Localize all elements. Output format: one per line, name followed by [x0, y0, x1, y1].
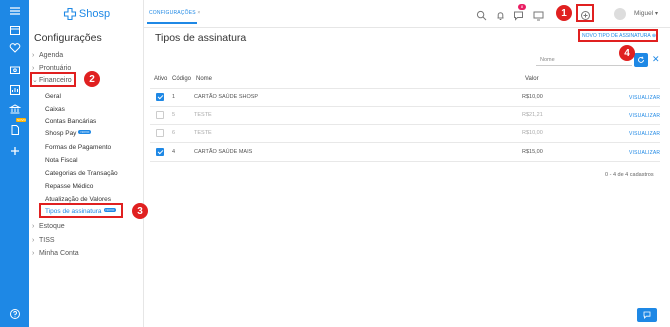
callout-badge: 3	[132, 203, 148, 219]
bell-icon[interactable]	[495, 8, 506, 20]
highlight-box	[578, 29, 658, 42]
row-code: 1	[172, 94, 176, 100]
app-logo[interactable]: Shosp	[29, 6, 144, 22]
sidebar-subitem-caixas[interactable]: Caixas	[45, 105, 65, 115]
avatar[interactable]	[614, 8, 626, 20]
chevron-right-icon: ›	[32, 236, 35, 244]
document-icon[interactable]	[0, 122, 29, 138]
help-icon[interactable]	[0, 306, 29, 322]
callout-badge: 4	[619, 45, 635, 61]
active-checkbox[interactable]	[156, 148, 164, 156]
column-ativo[interactable]: Ativo	[154, 76, 167, 82]
view-link[interactable]: VISUALIZAR	[629, 131, 660, 137]
new-badge: NOVO	[78, 130, 92, 134]
app-rail: NOVO	[0, 0, 29, 327]
chat-icon	[643, 311, 651, 319]
search-icon[interactable]	[476, 8, 487, 21]
chevron-down-icon: ▾	[654, 11, 658, 17]
chevron-right-icon: ›	[32, 64, 35, 72]
calendar-icon[interactable]	[0, 22, 29, 38]
view-link[interactable]: VISUALIZAR	[629, 150, 660, 156]
table-row[interactable]: 6 TESTE R$10,00 VISUALIZAR	[150, 125, 660, 142]
callout-badge: 1	[556, 5, 572, 21]
search-button[interactable]	[634, 53, 648, 67]
chevron-right-icon: ›	[32, 249, 35, 257]
sidebar-item-estoque[interactable]: › Estoque	[32, 221, 65, 231]
sidebar-item-minha-conta[interactable]: › Minha Conta	[32, 248, 79, 258]
sidebar-subitem-shosp-pay[interactable]: Shosp Pay NOVO	[45, 129, 92, 139]
new-badge: NOVO	[16, 118, 26, 122]
view-link[interactable]: VISUALIZAR	[629, 113, 660, 119]
notification-badge: 8	[518, 4, 526, 10]
view-link[interactable]: VISUALIZAR	[629, 95, 660, 101]
active-checkbox[interactable]	[156, 129, 164, 137]
row-name: TESTE	[194, 130, 212, 136]
search-input[interactable]: Nome	[536, 55, 632, 66]
wallet-icon[interactable]	[0, 62, 29, 78]
record-count: 0 - 4 de 4 cadastros	[605, 172, 654, 178]
sidebar-subitem-repasse-medico[interactable]: Repasse Médico	[45, 182, 93, 192]
logo-text: Shosp	[78, 8, 111, 20]
chevron-right-icon: ›	[32, 51, 35, 59]
table-row[interactable]: 5 TESTE R$21,21 VISUALIZAR	[150, 107, 660, 124]
refresh-icon	[638, 56, 644, 63]
sidebar-subitem-geral[interactable]: Geral	[45, 92, 61, 102]
row-value: R$10,00	[522, 94, 543, 100]
menu-icon[interactable]	[0, 3, 29, 19]
sidebar-subitem-categorias-transacao[interactable]: Categorias de Transação	[45, 169, 118, 179]
sidebar-item-tiss[interactable]: › TISS	[32, 235, 55, 245]
tab-configuracoes[interactable]: CONFIGURAÇÕES ×	[149, 10, 201, 16]
highlight-box	[576, 4, 594, 22]
row-name: CARTÃO SAÚDE MAIS	[194, 149, 253, 155]
row-value: R$21,21	[522, 112, 543, 118]
row-name: TESTE	[194, 112, 212, 118]
user-menu[interactable]: Miguel ▾	[634, 10, 658, 17]
plus-icon[interactable]	[0, 143, 29, 159]
column-nome[interactable]: Nome	[196, 76, 212, 82]
logo-cross-icon	[63, 7, 76, 21]
row-code: 4	[172, 149, 176, 155]
row-code: 5	[172, 112, 176, 118]
callout-badge: 2	[84, 71, 100, 87]
row-divider	[150, 161, 660, 162]
column-valor[interactable]: Valor	[525, 76, 539, 82]
chart-icon[interactable]	[0, 82, 29, 98]
active-checkbox[interactable]	[156, 93, 164, 101]
table-row[interactable]: 4 CARTÃO SAÚDE MAIS R$15,00 VISUALIZAR	[150, 144, 660, 161]
page-title: Tipos de assinatura	[155, 32, 247, 44]
chevron-right-icon: ›	[32, 222, 35, 230]
sidebar-subitem-contas-bancarias[interactable]: Contas Bancárias	[45, 117, 96, 127]
column-codigo[interactable]: Código	[172, 76, 191, 82]
highlight-box	[30, 72, 76, 87]
active-checkbox[interactable]	[156, 111, 164, 119]
active-tab-indicator	[147, 22, 197, 24]
sidebar-title: Configurações	[34, 32, 102, 44]
chat-button[interactable]	[637, 308, 657, 322]
row-divider	[150, 142, 660, 143]
row-value: R$10,00	[522, 130, 543, 136]
close-icon[interactable]: ×	[197, 10, 200, 16]
row-value: R$15,00	[522, 149, 543, 155]
heart-icon[interactable]	[0, 40, 29, 56]
row-name: CARTÃO SAÚDE SHOSP	[194, 94, 259, 100]
table-row[interactable]: 1 CARTÃO SAÚDE SHOSP R$10,00 VISUALIZAR	[150, 89, 660, 106]
sidebar-subitem-nota-fiscal[interactable]: Nota Fiscal	[45, 156, 78, 166]
row-code: 6	[172, 130, 176, 136]
highlight-box	[39, 203, 123, 218]
sidebar-item-agenda[interactable]: › Agenda	[32, 50, 63, 60]
clear-search-icon[interactable]: ✕	[652, 54, 660, 65]
sidebar-subitem-formas-pagamento[interactable]: Formas de Pagamento	[45, 143, 111, 153]
monitor-icon[interactable]	[533, 8, 544, 21]
bank-icon[interactable]	[0, 101, 29, 117]
